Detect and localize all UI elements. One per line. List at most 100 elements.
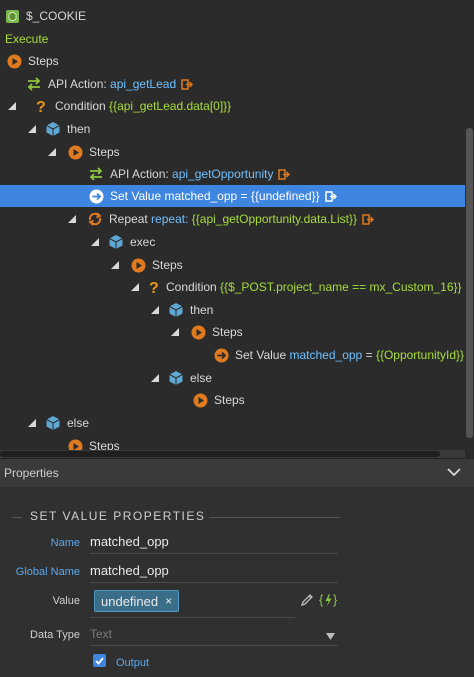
tree-node-api-getopportunity[interactable]: API Action: api_getOpportunity xyxy=(88,163,291,185)
data-type-select[interactable]: Text xyxy=(90,627,112,641)
data-type-underline xyxy=(90,645,338,646)
collapse-triangle-icon[interactable] xyxy=(27,121,37,137)
global-name-label: Global Name xyxy=(15,566,80,578)
link-arrow-icon[interactable] xyxy=(278,168,291,180)
steps-play-icon xyxy=(192,392,208,408)
tree-node-execute[interactable]: Execute xyxy=(5,28,48,50)
condition-question-icon: ? xyxy=(33,98,49,114)
tree-node-steps-5[interactable]: Steps xyxy=(192,389,245,411)
steps-play-icon xyxy=(130,257,146,273)
svg-text:?: ? xyxy=(149,280,159,295)
dynamic-data-icon[interactable]: {} xyxy=(319,592,339,611)
branch-cube-icon xyxy=(168,302,184,318)
execute-label: Execute xyxy=(5,32,49,46)
tree-node-label: Steps xyxy=(214,393,245,407)
tree-node-steps[interactable]: Steps xyxy=(6,50,59,72)
collapse-triangle-icon[interactable] xyxy=(130,279,140,295)
tree-node-label: $_COOKIE xyxy=(26,9,87,23)
value-field-underline xyxy=(90,617,295,618)
checkmark-icon xyxy=(95,656,104,665)
collapse-triangle-icon[interactable] xyxy=(5,98,19,114)
tree-node-else-inner[interactable]: else xyxy=(150,367,212,389)
tree-node-condition-1[interactable]: ? Condition {{api_getLead.data[0]}} xyxy=(5,95,231,117)
set-value-expression: {{OpportunityId}} xyxy=(375,348,465,362)
api-action-arrows-icon xyxy=(88,166,104,182)
steps-play-icon xyxy=(190,324,206,340)
data-type-label: Data Type xyxy=(30,629,80,641)
api-action-prefix: API Action: xyxy=(48,77,107,91)
collapse-triangle-icon[interactable] xyxy=(150,370,160,386)
set-value-prefix: Set Value xyxy=(235,348,287,362)
condition-prefix: Condition xyxy=(55,99,106,113)
tree-node-label: exec xyxy=(130,235,156,249)
repeat-keyword: repeat: xyxy=(151,212,189,226)
tree-node-exec[interactable]: exec xyxy=(90,231,155,253)
api-action-prefix: API Action: xyxy=(110,167,169,181)
steps-play-icon xyxy=(67,144,83,160)
tree-node-label: then xyxy=(67,122,91,136)
set-value-name: matched_opp xyxy=(289,348,363,362)
svg-text:{: { xyxy=(319,592,324,607)
link-arrow-icon[interactable] xyxy=(362,213,374,225)
remove-tag-icon[interactable]: × xyxy=(165,594,172,608)
pencil-icon[interactable] xyxy=(300,593,314,610)
vertical-scrollbar-thumb[interactable] xyxy=(466,128,473,438)
section-divider xyxy=(190,517,340,518)
collapse-triangle-icon[interactable] xyxy=(27,415,37,431)
vertical-scrollbar[interactable] xyxy=(465,0,474,458)
repeat-expression: {{api_getOpportunity.data.List}} xyxy=(191,212,357,226)
svg-text:}: } xyxy=(333,592,338,607)
properties-panel-header[interactable]: Properties xyxy=(0,458,474,487)
tree-node-steps-3[interactable]: Steps xyxy=(110,254,183,276)
caret-down-icon[interactable] xyxy=(326,629,335,643)
output-checkbox[interactable] xyxy=(93,654,106,667)
condition-expression: {{api_getLead.data[0]}} xyxy=(109,99,232,113)
section-divider xyxy=(12,517,22,518)
set-value-arrow-icon xyxy=(213,347,229,363)
properties-title: Properties xyxy=(4,466,59,480)
tree-node-label: Steps xyxy=(152,258,183,272)
cookie-cube-icon xyxy=(4,8,20,24)
set-value-arrow-icon xyxy=(88,188,104,204)
tree-node-repeat[interactable]: Repeat repeat: {{api_getOpportunity.data… xyxy=(67,208,374,230)
tree-node-else-outer[interactable]: else xyxy=(27,412,89,434)
branch-cube-icon xyxy=(45,121,61,137)
tree-node-steps-2[interactable]: Steps xyxy=(47,141,120,163)
tree-node-label: Steps xyxy=(28,54,59,68)
collapse-triangle-icon[interactable] xyxy=(90,234,100,250)
chevron-down-icon[interactable] xyxy=(446,466,462,481)
value-tag[interactable]: undefined × xyxy=(94,590,180,612)
horizontal-scrollbar[interactable] xyxy=(0,450,465,458)
repeat-prefix: Repeat xyxy=(109,212,148,226)
name-field[interactable]: matched_opp xyxy=(90,534,338,554)
link-arrow-icon[interactable] xyxy=(181,78,194,90)
collapse-triangle-icon[interactable] xyxy=(47,144,57,160)
branch-cube-icon xyxy=(45,415,61,431)
tree-node-label: Steps xyxy=(212,325,243,339)
value-label: Value xyxy=(52,595,80,607)
tree-node-then-1[interactable]: then xyxy=(27,118,90,140)
repeat-loop-icon xyxy=(87,211,103,227)
steps-play-icon xyxy=(6,53,22,69)
output-label: Output xyxy=(116,657,150,669)
tree-node-label: Steps xyxy=(89,145,120,159)
global-name-field[interactable]: matched_opp xyxy=(90,563,338,583)
condition-question-icon: ? xyxy=(148,279,160,295)
collapse-triangle-icon[interactable] xyxy=(110,257,120,273)
collapse-triangle-icon[interactable] xyxy=(150,302,160,318)
tree-node-condition-2[interactable]: ? Condition {{$_POST.project_name == mx_… xyxy=(130,276,462,298)
properties-panel-body: SET VALUE PROPERTIES Name matched_opp Gl… xyxy=(0,487,474,677)
tree-node-steps-4[interactable]: Steps xyxy=(170,321,243,343)
tree-node-label: else xyxy=(67,416,90,430)
tree-node-then-2[interactable]: then xyxy=(150,299,213,321)
api-action-arrows-icon xyxy=(26,76,42,92)
collapse-triangle-icon[interactable] xyxy=(67,211,77,227)
tree-node-set-value-selected[interactable]: Set Value matched_opp = {{undefined}} xyxy=(0,185,465,207)
link-arrow-icon[interactable] xyxy=(324,190,337,202)
horizontal-scrollbar-thumb[interactable] xyxy=(0,451,440,457)
collapse-triangle-icon[interactable] xyxy=(170,324,180,340)
tree-node-api-getlead[interactable]: API Action: api_getLead xyxy=(26,73,194,95)
name-label: Name xyxy=(50,537,80,549)
tree-node-set-value-2[interactable]: Set Value matched_opp = {{OpportunityId}… xyxy=(213,344,474,366)
tree-node-cookie[interactable]: $_COOKIE xyxy=(4,5,86,27)
